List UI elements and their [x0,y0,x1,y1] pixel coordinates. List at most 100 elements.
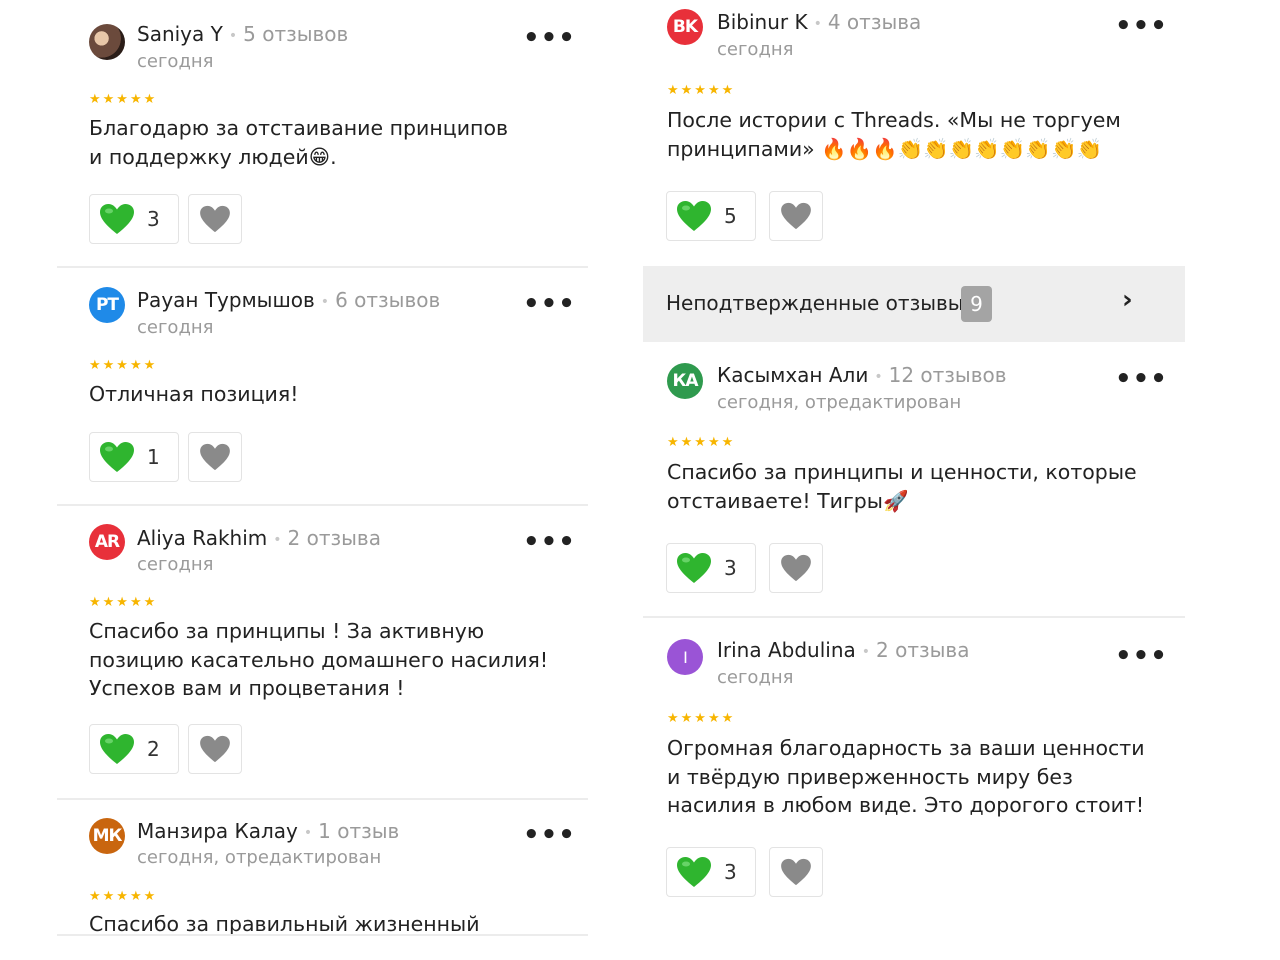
dislike-button[interactable] [769,847,823,897]
chevron-right-icon: › [1122,285,1133,315]
author-name[interactable]: Касымхан Али [717,363,868,387]
author-review-count[interactable]: 2 отзыва [876,638,969,662]
author-name[interactable]: Irina Abdulina [717,638,856,662]
rating-stars: ★★★★★ [667,711,736,726]
rating-stars: ★★★★★ [89,358,158,373]
dislike-button[interactable] [769,191,823,241]
gray-heart-icon [780,858,812,886]
like-button[interactable]: 2 [89,724,179,774]
dislike-button[interactable] [188,724,242,774]
review-header: Irina Abdulina • 2 отзыва [717,638,970,662]
author-review-count[interactable]: 6 отзывов [335,288,440,312]
gray-heart-icon [199,735,231,763]
more-dots-icon: ••• [523,23,576,53]
more-dots-icon: ••• [523,527,576,557]
more-dots-icon: ••• [1115,641,1168,671]
review-date: сегодня [717,39,794,60]
like-count: 3 [147,207,160,231]
author-name[interactable]: Манзира Калау [137,819,298,843]
author-review-count[interactable]: 12 отзывов [889,363,1007,387]
author-review-count[interactable]: 5 отзывов [243,22,348,46]
green-heart-icon [676,856,712,888]
more-dots-icon: ••• [1115,364,1168,394]
green-heart-icon [99,441,135,473]
review-card: I Irina Abdulina • 2 отзыва сегодня ••• ★★… [643,618,1185,918]
like-count: 3 [724,556,737,580]
review-text: Спасибо за правильный жизненный принцип [89,912,480,936]
review-text: Спасибо за принципы и ценности, которые … [667,460,1137,513]
review-text: После истории с Threads. «Мы не торгуем … [667,108,1121,161]
green-heart-icon [676,552,712,584]
rating-stars: ★★★★★ [89,595,158,610]
green-heart-icon [99,733,135,765]
like-count: 3 [724,860,737,884]
review-header: Касымхан Али • 12 отзывов [717,363,1007,387]
unverified-reviews-label: Неподтвержденные отзывы [666,291,964,315]
review-date: сегодня [137,554,214,575]
author-name[interactable]: Раyан Турмышов [137,288,315,312]
avatar[interactable]: РТ [89,287,125,323]
review-header: Saniya Y • 5 отзывов [137,22,349,46]
review-header: Bibinur K • 4 отзыва [717,10,922,34]
dislike-button[interactable] [188,194,242,244]
review-header: Раyан Турмышов • 6 отзывов [137,288,441,312]
reviews-column-right: BK Bibinur K • 4 отзыва сегодня ••• ★★★★★ … [643,0,1185,960]
like-count: 1 [147,445,160,469]
more-options-button[interactable]: ••• [1115,13,1168,39]
like-button[interactable]: 3 [666,543,756,593]
more-options-button[interactable]: ••• [523,822,576,848]
review-date: сегодня, отредактирован [137,847,382,868]
author-review-count[interactable]: 2 отзыва [288,526,381,550]
like-button[interactable]: 3 [666,847,756,897]
review-header: Aliya Rakhim • 2 отзыва [137,526,381,550]
gray-heart-icon [780,554,812,582]
dislike-button[interactable] [188,432,242,482]
avatar[interactable]: BK [667,9,703,45]
green-heart-icon [676,200,712,232]
more-options-button[interactable]: ••• [523,291,576,317]
rating-stars: ★★★★★ [667,83,736,98]
green-heart-icon [99,203,135,235]
review-text: Спасибо за принципы ! За активную позици… [89,619,549,700]
more-dots-icon: ••• [1115,11,1168,41]
more-options-button[interactable]: ••• [1115,366,1168,392]
gray-heart-icon [199,205,231,233]
author-name[interactable]: Bibinur K [717,10,808,34]
more-dots-icon: ••• [523,820,576,850]
like-button[interactable]: 5 [666,191,756,241]
author-name[interactable]: Saniya Y [137,22,223,46]
review-card: КА Касымхан Али • 12 отзывов сегодня, отре… [643,342,1185,618]
like-count: 2 [147,737,160,761]
review-card: AR Aliya Rakhim • 2 отзыва сегодня ••• ★★★… [57,506,588,800]
avatar[interactable]: AR [89,524,125,560]
avatar[interactable]: МК [89,818,125,854]
review-header: Манзира Калау • 1 отзыв [137,819,400,843]
review-card: BK Bibinur K • 4 отзыва сегодня ••• ★★★★★ … [643,0,1185,266]
gray-heart-icon [780,202,812,230]
more-options-button[interactable]: ••• [523,25,576,51]
unverified-count-badge: 9 [961,286,992,322]
review-text: Отличная позиция! [89,382,299,406]
avatar[interactable]: КА [667,363,703,399]
author-review-count[interactable]: 4 отзыва [828,10,921,34]
like-button[interactable]: 3 [89,194,179,244]
more-dots-icon: ••• [523,289,576,319]
author-review-count[interactable]: 1 отзыв [318,819,399,843]
review-date: сегодня [137,51,214,72]
avatar[interactable]: I [667,639,703,675]
avatar[interactable] [89,24,125,60]
like-button[interactable]: 1 [89,432,179,482]
unverified-reviews-link[interactable]: Неподтвержденные отзывы 9 › [643,266,1185,342]
like-count: 5 [724,204,737,228]
reviews-column-left: Saniya Y • 5 отзывов сегодня ••• ★★★★★ Бла… [57,0,588,936]
review-text: Огромная благодарность за ваши ценности … [667,736,1145,817]
review-date: сегодня, отредактирован [717,392,962,413]
rating-stars: ★★★★★ [667,435,736,450]
review-date: сегодня [137,317,214,338]
rating-stars: ★★★★★ [89,889,158,904]
more-options-button[interactable]: ••• [1115,643,1168,669]
author-name[interactable]: Aliya Rakhim [137,526,267,550]
dislike-button[interactable] [769,543,823,593]
more-options-button[interactable]: ••• [523,529,576,555]
review-card: РТ Раyан Турмышов • 6 отзывов сегодня ••• … [57,268,588,506]
